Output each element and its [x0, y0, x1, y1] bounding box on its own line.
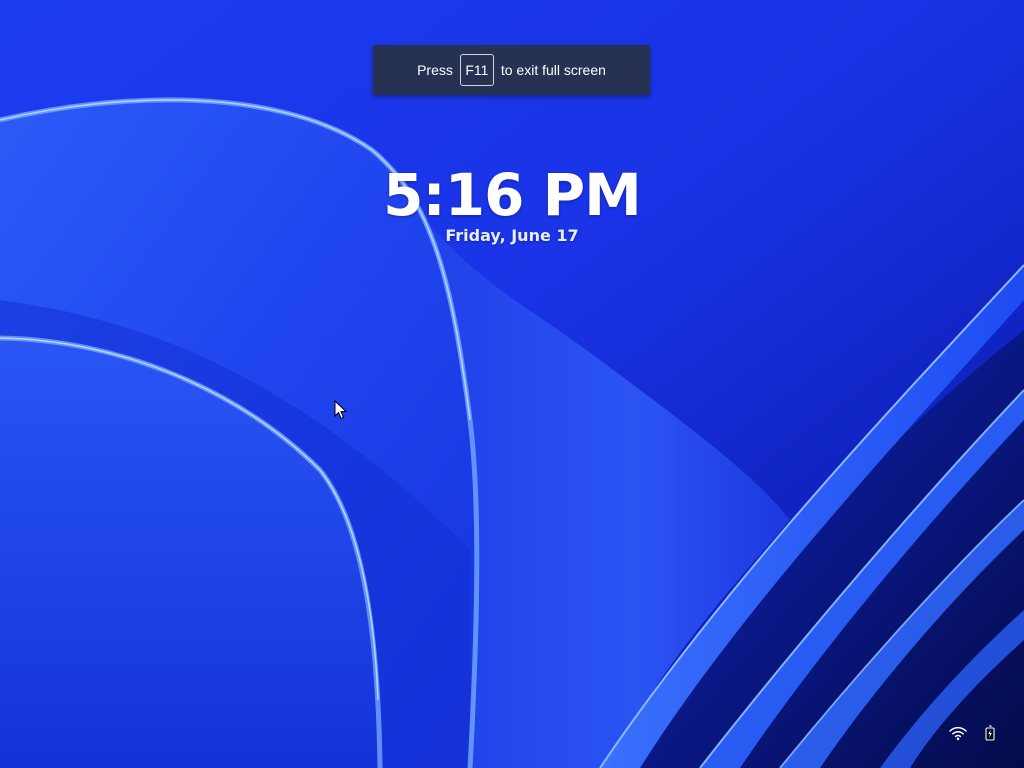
- lock-screen-time: 5:16 PM: [383, 161, 642, 229]
- wifi-icon[interactable]: [948, 723, 968, 743]
- fullscreen-exit-notice: Press F11 to exit full screen: [373, 45, 650, 95]
- system-tray: [948, 720, 1008, 746]
- mouse-cursor-icon: [334, 400, 348, 420]
- lock-screen-date: Friday, June 17: [445, 226, 579, 245]
- f11-key-badge: F11: [459, 54, 494, 86]
- bloom-wallpaper: [0, 0, 1024, 768]
- notice-prefix: Press: [417, 62, 453, 78]
- notice-suffix: to exit full screen: [500, 62, 606, 78]
- lock-screen[interactable]: Press F11 to exit full screen 5:16 PM Fr…: [0, 0, 1024, 768]
- battery-charging-icon[interactable]: [980, 723, 1000, 743]
